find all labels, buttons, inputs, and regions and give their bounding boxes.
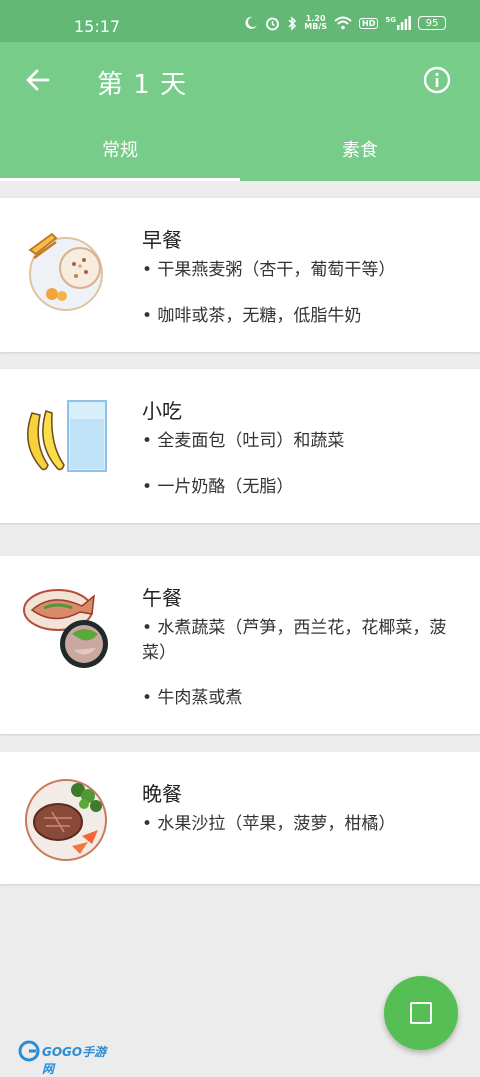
signal-label: 5G <box>385 16 396 24</box>
watermark: GOGO手游网 <box>18 1040 112 1076</box>
signal-icon <box>397 16 411 30</box>
tab-vegetarian[interactable]: 素食 <box>240 132 480 181</box>
page-title: 第 1 天 <box>97 70 188 100</box>
bluetooth-icon <box>288 15 297 31</box>
meal-title: 小吃 <box>142 399 182 423</box>
square-icon <box>410 1002 432 1024</box>
meal-card-lunch[interactable]: 午餐 • 水煮蔬菜（芦笋，西兰花，花椰菜，菠菜） • 牛肉蒸或煮 <box>0 556 480 734</box>
meal-item: • 水果沙拉（苹果，菠萝，柑橘） <box>142 814 396 834</box>
tab-bar: 常规 素食 <box>0 132 480 181</box>
meal-title: 午餐 <box>142 586 182 610</box>
meal-card-breakfast[interactable]: 早餐 • 干果燕麦粥（杏干，葡萄干等） • 咖啡或茶，无糖，低脂牛奶 <box>0 198 480 352</box>
fab-button[interactable] <box>384 976 458 1050</box>
meal-item: • 牛肉蒸或煮 <box>142 688 243 708</box>
alarm-icon <box>266 17 280 30</box>
info-circle-icon[interactable] <box>422 65 452 95</box>
meal-card-dinner[interactable]: 晚餐 • 水果沙拉（苹果，菠萝，柑橘） <box>0 752 480 884</box>
meal-title: 晚餐 <box>142 782 182 806</box>
net-speed: 1.20 MB/S <box>304 14 328 31</box>
watermark-logo-icon <box>18 1040 40 1062</box>
app-bar: 第 1 天 常规 素食 <box>0 42 480 181</box>
moon-icon <box>245 16 258 29</box>
meal-item: • 全麦面包（吐司）和蔬菜 <box>142 431 345 451</box>
hd-badge: HD <box>359 17 379 29</box>
snack-image <box>27 400 107 472</box>
lunch-image <box>23 589 108 668</box>
tab-regular[interactable]: 常规 <box>0 132 240 181</box>
arrow-left-icon[interactable] <box>22 64 54 96</box>
wifi-icon <box>334 16 352 30</box>
status-time: 15:17 <box>74 17 121 36</box>
battery-indicator: 95 <box>418 16 446 30</box>
meal-item: • 干果燕麦粥（杏干，葡萄干等） <box>142 260 396 280</box>
status-icons: 1.20 MB/S HD 5G 95 <box>244 15 446 31</box>
breakfast-image <box>28 232 103 311</box>
meal-item: • 一片奶酪（无脂） <box>142 477 294 497</box>
meal-item: • 咖啡或茶，无糖，低脂牛奶 <box>142 306 362 326</box>
dinner-image <box>25 779 107 861</box>
meal-item: • 水煮蔬菜（芦笋，西兰花，花椰菜，菠菜） <box>142 618 447 663</box>
meal-card-snack[interactable]: 小吃 • 全麦面包（吐司）和蔬菜 • 一片奶酪（无脂） <box>0 369 480 523</box>
meal-title: 早餐 <box>142 228 182 252</box>
signal-indicator: 5G <box>385 16 411 30</box>
status-bar: 15:17 1.20 MB/S HD 5G 95 <box>0 0 480 42</box>
